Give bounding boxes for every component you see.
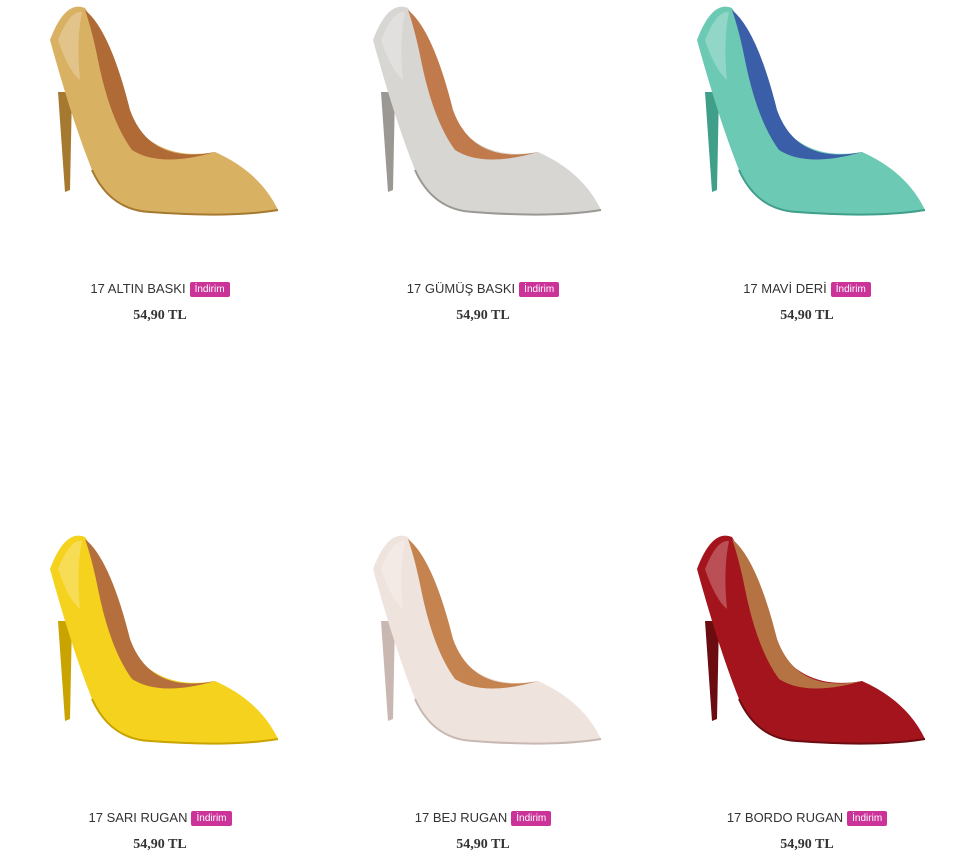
product-price: 54,90 TL [780, 837, 834, 852]
shoe-body [697, 6, 925, 215]
product-card[interactable]: 17 BORDO RUGAN İndirim 54,90 TL [657, 529, 953, 859]
discount-badge: İndirim [830, 282, 871, 297]
shoe-body [697, 535, 925, 744]
product-title-row[interactable]: 17 BEJ RUGAN İndirim [333, 809, 633, 827]
product-card[interactable]: 17 BEJ RUGAN İndirim 54,90 TL [333, 529, 633, 859]
product-image[interactable] [10, 529, 310, 779]
product-name[interactable]: 17 MAVİ DERİ [743, 281, 827, 296]
product-title-row[interactable]: 17 SARI RUGAN İndirim [10, 809, 310, 827]
discount-badge: İndirim [847, 811, 888, 826]
product-name[interactable]: 17 SARI RUGAN [89, 810, 188, 825]
discount-badge: İndirim [189, 282, 230, 297]
shoe-body [373, 535, 601, 744]
product-title-row[interactable]: 17 MAVİ DERİ İndirim [657, 280, 953, 298]
product-price: 54,90 TL [780, 308, 834, 323]
shoe-body [50, 6, 278, 215]
discount-badge: İndirim [511, 811, 552, 826]
product-card[interactable]: 17 SARI RUGAN İndirim 54,90 TL [10, 529, 310, 859]
discount-badge: İndirim [191, 811, 232, 826]
product-card[interactable]: 17 ALTIN BASKI İndirim 54,90 TL [10, 0, 310, 330]
product-card[interactable]: 17 MAVİ DERİ İndirim 54,90 TL [657, 0, 953, 330]
product-image[interactable] [333, 0, 633, 250]
product-title-row[interactable]: 17 BORDO RUGAN İndirim [657, 809, 953, 827]
product-name[interactable]: 17 GÜMÜŞ BASKI [407, 281, 515, 296]
product-title-row[interactable]: 17 GÜMÜŞ BASKI İndirim [333, 280, 633, 298]
product-card[interactable]: 17 GÜMÜŞ BASKI İndirim 54,90 TL [333, 0, 633, 330]
product-name[interactable]: 17 BEJ RUGAN [415, 810, 507, 825]
shoe-body [50, 535, 278, 744]
product-name[interactable]: 17 BORDO RUGAN [727, 810, 843, 825]
product-name[interactable]: 17 ALTIN BASKI [90, 281, 185, 296]
product-image[interactable] [333, 529, 633, 779]
product-image[interactable] [657, 0, 953, 250]
product-price: 54,90 TL [456, 837, 510, 852]
product-price: 54,90 TL [133, 308, 187, 323]
shoe-body [373, 6, 601, 215]
discount-badge: İndirim [519, 282, 560, 297]
product-price: 54,90 TL [133, 837, 187, 852]
product-image[interactable] [10, 0, 310, 250]
product-price: 54,90 TL [456, 308, 510, 323]
product-title-row[interactable]: 17 ALTIN BASKI İndirim [10, 280, 310, 298]
product-grid: 17 ALTIN BASKI İndirim 54,90 TL 17 GÜMÜŞ … [0, 0, 953, 860]
product-image[interactable] [657, 529, 953, 779]
